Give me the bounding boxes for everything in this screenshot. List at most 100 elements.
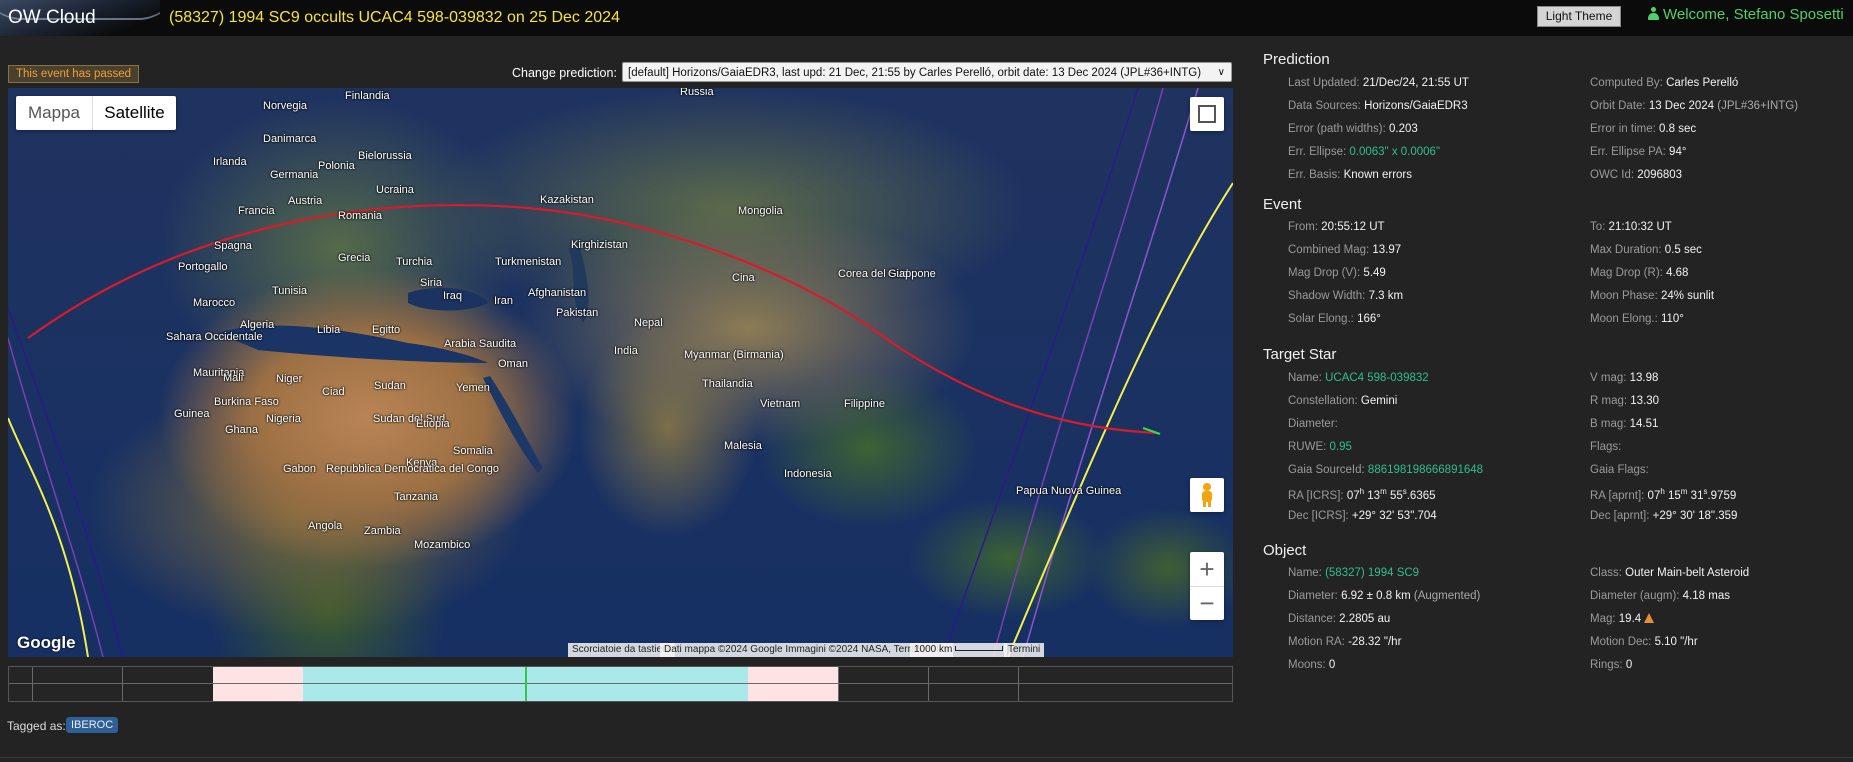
map-label: Kirghizistan bbox=[571, 239, 628, 251]
terms-link[interactable]: Termini bbox=[1004, 643, 1045, 657]
map-label: Yemen bbox=[456, 382, 490, 394]
map-label: Siria bbox=[420, 277, 443, 289]
value: 13 Dec 2024 (JPL#36+INTG) bbox=[1649, 100, 1798, 112]
value: Carles Perelló bbox=[1666, 77, 1739, 89]
map-type-mappa[interactable]: Mappa bbox=[16, 96, 93, 130]
fullscreen-button[interactable] bbox=[1190, 97, 1224, 131]
ra-hours: 07 bbox=[1647, 489, 1661, 502]
map-type-satellite[interactable]: Satellite bbox=[93, 96, 176, 130]
penumbra-line-west bbox=[8, 417, 89, 657]
event-to: To: 21:10:32 UT bbox=[1590, 221, 1672, 233]
street-view-pegman-button[interactable] bbox=[1190, 478, 1224, 512]
star-name-link[interactable]: UCAC4 598-039832 bbox=[1325, 372, 1429, 384]
map-label: Sahara Occidentale bbox=[166, 331, 263, 343]
map-label: Marocco bbox=[193, 297, 236, 309]
change-prediction-label: Change prediction: bbox=[512, 66, 617, 80]
event-section-title: Event bbox=[1263, 196, 1302, 213]
value: Known errors bbox=[1343, 169, 1412, 181]
map-data-attribution: Dati mappa ©2024 Google Immagini ©2024 N… bbox=[660, 643, 953, 657]
value: 0 bbox=[1625, 659, 1633, 671]
pegman-icon bbox=[1202, 483, 1212, 507]
label: Motion RA: bbox=[1288, 636, 1345, 648]
value: 13.98 bbox=[1629, 372, 1659, 384]
map-label: Kazakistan bbox=[540, 194, 594, 206]
label: Distance: bbox=[1288, 613, 1336, 625]
label: Moon Elong.: bbox=[1590, 313, 1658, 325]
value: 0.8 sec bbox=[1659, 123, 1697, 135]
object-diameter: Diameter: 6.92 ± 0.8 km (Augmented) bbox=[1288, 590, 1480, 602]
object-mag: Mag: 19.4 bbox=[1590, 613, 1655, 625]
keyboard-shortcuts-link[interactable]: Scorciatoie da tastiera bbox=[568, 643, 675, 657]
label: Class: bbox=[1590, 567, 1622, 579]
welcome-user-menu[interactable]: Welcome, Stefano Sposetti bbox=[1648, 6, 1844, 23]
label: Moons: bbox=[1288, 659, 1326, 671]
zoom-in-button[interactable]: + bbox=[1190, 552, 1224, 587]
map-label: Thailandia bbox=[702, 378, 753, 390]
event-timeline[interactable] bbox=[8, 666, 1233, 702]
map-label: Arabia Saudita bbox=[444, 338, 517, 350]
fullscreen-corner bbox=[1198, 105, 1207, 114]
gaia-flags: Gaia Flags: bbox=[1590, 464, 1649, 476]
map-label: Finlandia bbox=[345, 90, 390, 102]
map-label: Myanmar (Birmania) bbox=[684, 349, 784, 361]
timeline-axis bbox=[9, 683, 1232, 684]
label: To: bbox=[1590, 221, 1606, 233]
map-label: Oman bbox=[498, 358, 528, 370]
label: Rings: bbox=[1590, 659, 1623, 671]
label: Err. Ellipse: bbox=[1288, 146, 1347, 158]
ra-icrs: RA [ICRS]: 07h 13m 55s.6365 bbox=[1288, 487, 1436, 502]
tag-chip[interactable]: IBEROC bbox=[66, 717, 119, 733]
label: Max Duration: bbox=[1590, 244, 1662, 256]
map-label: Angola bbox=[308, 520, 343, 532]
value: 5.10 "/hr bbox=[1654, 636, 1698, 648]
map-label: Libia bbox=[317, 324, 341, 336]
moon-phase: Moon Phase: 24% sunlit bbox=[1590, 290, 1714, 302]
map-label: India bbox=[614, 345, 638, 357]
label: From: bbox=[1288, 221, 1319, 233]
unit-m: m bbox=[1380, 487, 1387, 496]
map-label: Iran bbox=[494, 295, 513, 307]
gaia-source-id: Gaia SourceId: 886198198666891648 bbox=[1288, 464, 1483, 476]
map-scale[interactable]: 1000 km bbox=[910, 643, 1008, 657]
solar-elongation: Solar Elong.: 166° bbox=[1288, 313, 1381, 325]
value: 19.4 bbox=[1618, 613, 1642, 625]
label: Diameter: bbox=[1288, 590, 1338, 602]
object-name-link[interactable]: (58327) 1994 SC9 bbox=[1325, 567, 1419, 579]
star-name: Name: UCAC4 598-039832 bbox=[1288, 372, 1429, 384]
map-label: Germania bbox=[270, 169, 319, 181]
error-ellipse-link[interactable]: 0.0063" x 0.0006" bbox=[1349, 146, 1440, 158]
data-sources: Data Sources: Horizons/GaiaEDR3 bbox=[1288, 100, 1468, 112]
label: RA [ICRS]: bbox=[1288, 489, 1344, 502]
unit-m: m bbox=[1680, 487, 1688, 496]
value: 0.5 sec bbox=[1664, 244, 1702, 256]
light-theme-button[interactable]: Light Theme bbox=[1537, 6, 1621, 27]
error-ellipse-pa: Err. Ellipse PA: 94° bbox=[1590, 146, 1686, 158]
map-label: Somalia bbox=[453, 445, 493, 457]
chevron-down-icon: ∨ bbox=[1217, 67, 1225, 78]
map-scale-label: 1000 km bbox=[914, 644, 953, 655]
owcloud-logo[interactable]: OW Cloud bbox=[0, 0, 160, 36]
error-basis: Err. Basis: Known errors bbox=[1288, 169, 1412, 181]
gaia-source-id-link[interactable]: 886198198666891648 bbox=[1368, 464, 1483, 476]
google-logo[interactable]: Google bbox=[17, 633, 76, 653]
prediction-select[interactable]: [default] Horizons/GaiaEDR3, last upd: 2… bbox=[622, 62, 1232, 82]
zoom-out-button[interactable]: − bbox=[1190, 586, 1224, 620]
map-label: Etiopia bbox=[416, 418, 450, 430]
map-label: Tunisia bbox=[272, 285, 308, 297]
orbit-date-extra: (JPL#36+INTG) bbox=[1717, 100, 1799, 112]
warning-icon[interactable] bbox=[1644, 613, 1655, 623]
label: Name: bbox=[1288, 372, 1322, 384]
label: Err. Ellipse PA: bbox=[1590, 146, 1666, 158]
fullscreen-corner bbox=[1207, 114, 1216, 123]
moon-elongation: Moon Elong.: 110° bbox=[1590, 313, 1684, 325]
value: 5.49 bbox=[1363, 267, 1386, 279]
label: RUWE: bbox=[1288, 441, 1327, 453]
event-title: (58327) 1994 SC9 occults UCAC4 598-03983… bbox=[169, 9, 620, 26]
map-label: Turkmenistan bbox=[495, 256, 562, 268]
label: Err. Basis: bbox=[1288, 169, 1341, 181]
timeline-tick bbox=[838, 667, 839, 701]
occultation-map[interactable]: Mappa Satellite + − Google Scorciatoie d… bbox=[8, 88, 1233, 657]
map-label: Grecia bbox=[338, 252, 371, 264]
map-label: Ghana bbox=[225, 424, 259, 436]
user-icon bbox=[1648, 7, 1659, 20]
